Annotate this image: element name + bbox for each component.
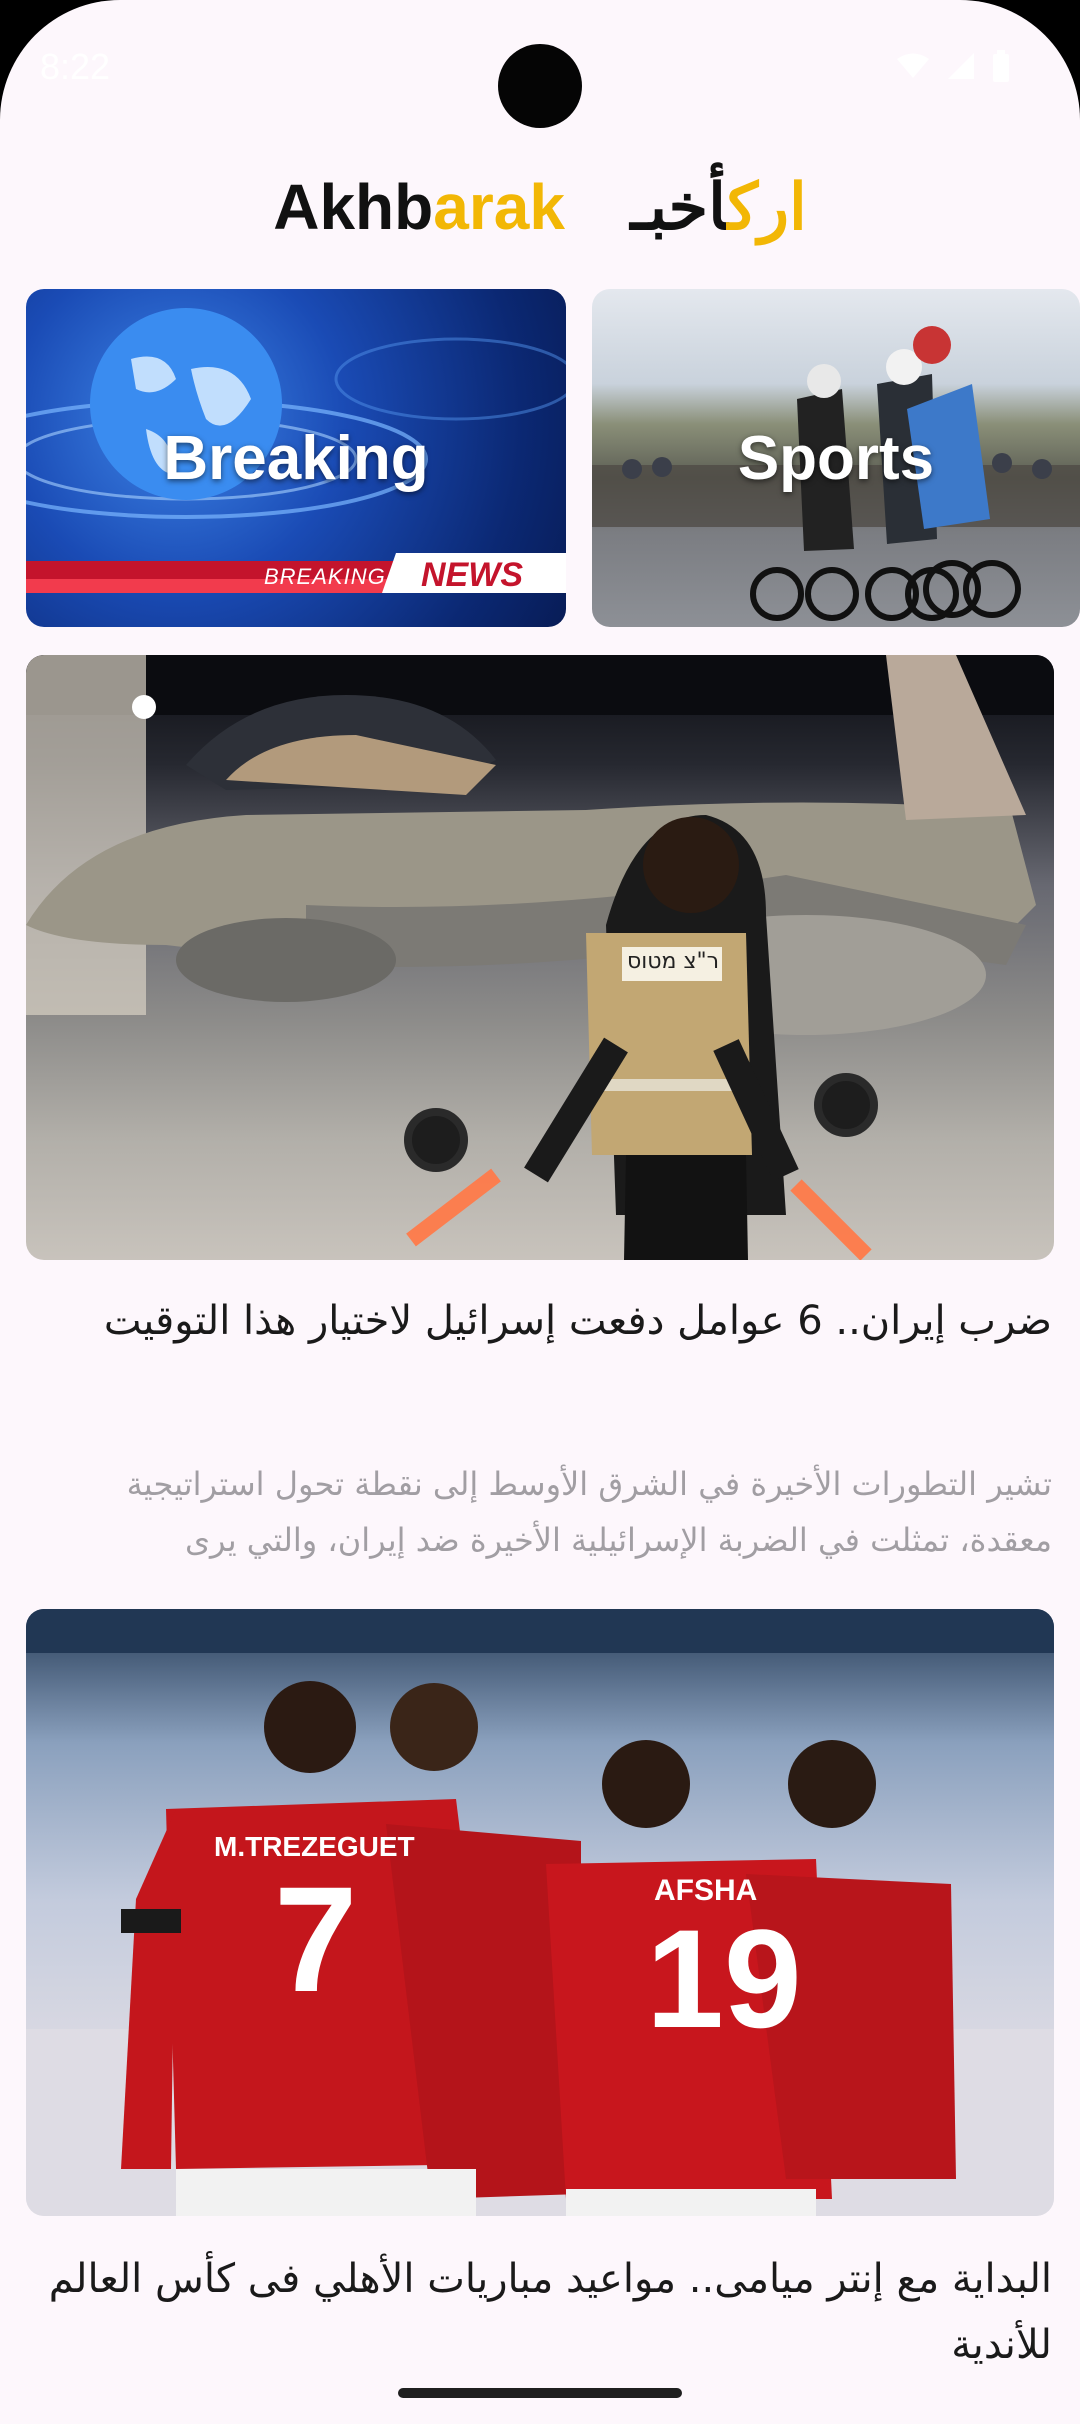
category-card-sports[interactable]: Sports [592,289,1080,627]
category-cards: Breaking BREAKING NEWS Sports [26,289,1080,627]
article-summary-1[interactable]: تشير التطورات الأخيرة في الشرق الأوسط إل… [26,1456,1052,1568]
article-image-jet[interactable]: ר"צ מטוס [26,655,1054,1260]
front-camera [498,44,582,128]
status-icons [896,50,1010,82]
jet-photo-graphic [26,655,1054,1260]
news-banner-text: NEWS [421,556,523,594]
title-latin-gold: arak [433,171,565,243]
jersey-number-7: 7 [274,1855,358,2023]
article-headline-1[interactable]: ضرب إيران.. 6 عوامل دفعت إسرائيل لاختيار… [26,1288,1052,1354]
status-time: 8:22 [40,46,111,87]
jersey-number-19: 19 [646,1900,802,2057]
signal-icon [948,53,974,79]
vest-label-text: ר"צ מטוס [626,949,720,974]
title-latin-black: Akhb [273,171,434,243]
football-photo-graphic [26,1609,1054,2216]
app-screen: 8:22 Akhbarak اركأخبـ Breaking BREAKING … [0,0,1080,2424]
category-label-sports: Sports [737,423,935,493]
title-arabic-gold: ارك [727,171,807,243]
article-image-football[interactable]: M.TREZEGUET 7 AFSHA 19 [26,1609,1054,2216]
wifi-icon [897,53,929,78]
breaking-banner-text: BREAKING [264,564,386,589]
article-headline-2[interactable]: البداية مع إنتر ميامى.. مواعيد مباريات ا… [26,2246,1052,2378]
app-title: Akhbarak اركأخبـ [0,170,1080,245]
title-arabic-black: أخبـ [630,171,728,243]
battery-icon [993,50,1009,82]
category-card-breaking[interactable]: Breaking BREAKING NEWS [26,289,566,627]
gesture-nav-handle[interactable] [398,2388,682,2398]
